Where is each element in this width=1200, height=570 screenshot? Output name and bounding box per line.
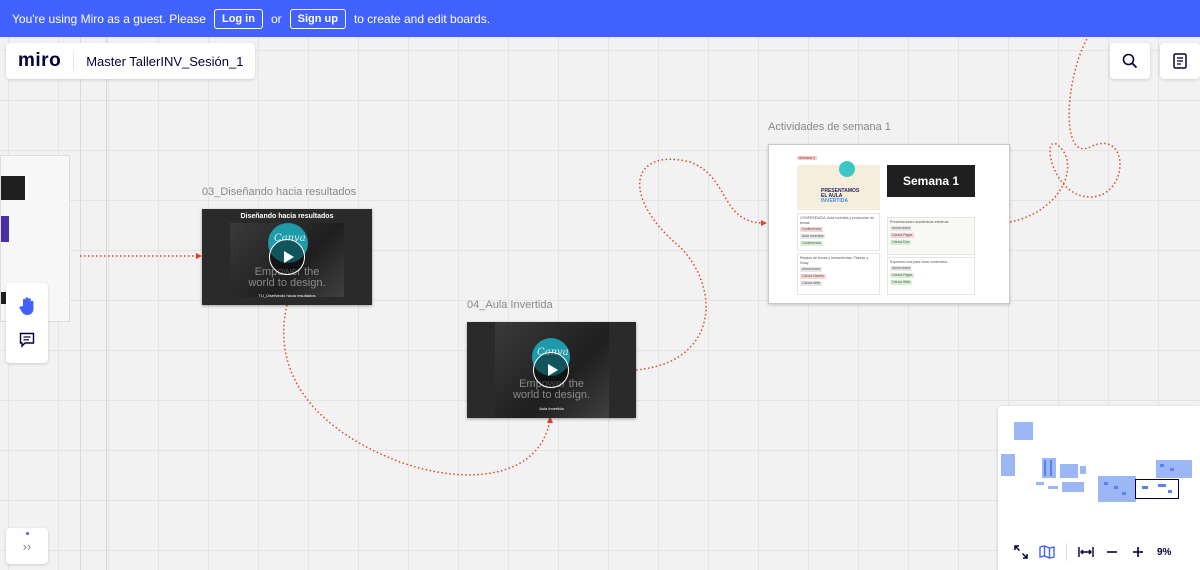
connector-semana-out (1009, 37, 1121, 223)
video1-empower-line2: world to design. (248, 277, 326, 289)
search-icon (1122, 53, 1138, 69)
fullscreen-button[interactable] (1008, 539, 1034, 565)
minimap-block (1080, 466, 1086, 474)
guest-banner: You're using Miro as a guest. Please Log… (0, 0, 1200, 37)
hand-tool-button[interactable] (12, 291, 42, 321)
activity-tag: Conferencia (800, 241, 823, 246)
zoom-level[interactable]: 9% (1157, 547, 1171, 558)
minimap-block (1050, 460, 1052, 476)
play-icon (547, 364, 558, 376)
arrowhead-semana (761, 220, 767, 226)
frame-label-video1[interactable]: 03_Diseñando hacia resultados (202, 186, 356, 198)
minimap-viewport[interactable] (1135, 479, 1179, 499)
semana-frame[interactable]: Semana 1 PRESENTAMOS EL AULA INVERTIDA S… (768, 144, 1010, 304)
semana-title: Semana 1 (887, 165, 975, 197)
activity-tag: Canva Pager (890, 233, 915, 238)
activity-tag: Canva Pager (890, 273, 915, 278)
frame-label-video2[interactable]: 04_Aula Invertida (467, 299, 553, 311)
minimap-block (1160, 464, 1164, 467)
minimap-block (1036, 482, 1044, 485)
video1-caption: TU_Diseñando hacia resultados (258, 293, 316, 298)
zoom-controls: 9% (998, 534, 1200, 570)
minimap-block (1170, 468, 1174, 471)
banner-or-text: or (270, 11, 282, 26)
expand-panel-button[interactable]: ›› (6, 528, 48, 564)
activity-tag: Asincrónica (800, 267, 823, 272)
video2-empower-line2: world to design. (512, 389, 591, 401)
activity-tag: Asincrónica (890, 266, 913, 271)
minimap-block (1001, 454, 1015, 476)
activity-card-title: Presentaciones académicas efectivas (890, 220, 949, 224)
minimap-block (1048, 486, 1058, 489)
activity-card[interactable]: CONFERENCIA: Aula invertida y producción… (797, 213, 880, 251)
comment-tool-button[interactable] (12, 325, 42, 355)
minimap-block (1122, 492, 1126, 495)
poster-line3: INVERTIDA (821, 198, 848, 204)
semana-tag: Semana 1 (797, 156, 817, 160)
activity-tag: Aula Invertida (800, 234, 826, 239)
poster-decoration (839, 161, 855, 177)
expand-icon: ›› (22, 538, 32, 554)
fullscreen-icon (1014, 545, 1028, 559)
activity-tag: Canva Web (800, 281, 823, 286)
miro-logo[interactable]: miro (6, 50, 75, 71)
aula-invertida-poster: PRESENTAMOS EL AULA INVERTIDA (797, 161, 880, 210)
banner-text-before: You're using Miro as a guest. Please (12, 11, 206, 26)
map-icon (1039, 545, 1055, 559)
activity-card[interactable]: Expresión oral para crear contenidos Asi… (887, 257, 975, 295)
play-button[interactable] (269, 239, 305, 275)
minimap-block (1098, 476, 1136, 502)
minimap-block (1156, 460, 1192, 478)
poster-text: PRESENTAMOS EL AULA INVERTIDA (821, 189, 859, 204)
minimap-block (1158, 484, 1166, 487)
signup-button[interactable]: Sign up (289, 8, 346, 29)
hand-icon (19, 297, 34, 315)
map-button[interactable] (1034, 539, 1060, 565)
zoom-separator (1066, 543, 1067, 561)
notes-icon (1173, 53, 1187, 69)
minimap-block (1168, 490, 1172, 493)
activity-card[interactable]: Repaso de temas y herramientas, Planner … (797, 253, 880, 295)
login-button[interactable]: Log in (213, 8, 263, 29)
play-icon (283, 251, 294, 263)
notification-dot (25, 532, 29, 535)
activity-tag: Canva Diseño (800, 274, 826, 279)
minimap-block (1044, 460, 1046, 476)
comment-icon (19, 332, 35, 348)
frame-label-semana[interactable]: Actividades de semana 1 (768, 121, 891, 133)
notes-button[interactable] (1160, 43, 1200, 79)
zoom-out-icon (1107, 551, 1117, 553)
fit-width-icon (1078, 547, 1094, 557)
activity-tag: Canva Web (890, 280, 913, 285)
minimap-block (1060, 464, 1078, 478)
connector-video2-to-semana (635, 158, 764, 371)
activity-tag: Conferencia (800, 227, 823, 232)
activity-card-title: Expresión oral para crear contenidos (890, 260, 948, 264)
board-title[interactable]: Master TallerINV_Sesión_1 (74, 54, 255, 69)
activity-card-title: CONFERENCIA: Aula invertida y producción… (800, 216, 875, 225)
play-button[interactable] (533, 352, 569, 388)
video1-title: Diseñando hacia resultados (240, 213, 334, 220)
activity-tag: Canva Doc (890, 240, 912, 245)
search-button[interactable] (1110, 43, 1150, 79)
zoom-out-button[interactable] (1099, 539, 1125, 565)
zoom-in-button[interactable] (1125, 539, 1151, 565)
left-toolbar (6, 283, 48, 363)
minimap-block (1142, 486, 1148, 489)
minimap[interactable]: 9% (998, 406, 1200, 570)
activity-card[interactable]: Presentaciones académicas efectivas Asin… (887, 217, 975, 255)
minimap-block (1114, 486, 1118, 489)
board-header: miro Master TallerINV_Sesión_1 (6, 43, 256, 79)
activity-card-title: Repaso de temas y herramientas, Planner … (800, 256, 869, 265)
fit-width-button[interactable] (1073, 539, 1099, 565)
minimap-block (1104, 482, 1108, 485)
video-card-2[interactable]: Canva Empower the world to design. Aula … (467, 322, 636, 418)
video2-caption: Aula Invertida (539, 406, 564, 411)
zoom-in-icon (1133, 547, 1143, 557)
video-card-1[interactable]: Diseñando hacia resultados Canva Empower… (202, 209, 372, 305)
minimap-block (1014, 422, 1033, 440)
minimap-block (1062, 482, 1084, 492)
activity-tag: Asincrónica (890, 226, 913, 231)
banner-text-after: to create and edit boards. (353, 11, 491, 26)
